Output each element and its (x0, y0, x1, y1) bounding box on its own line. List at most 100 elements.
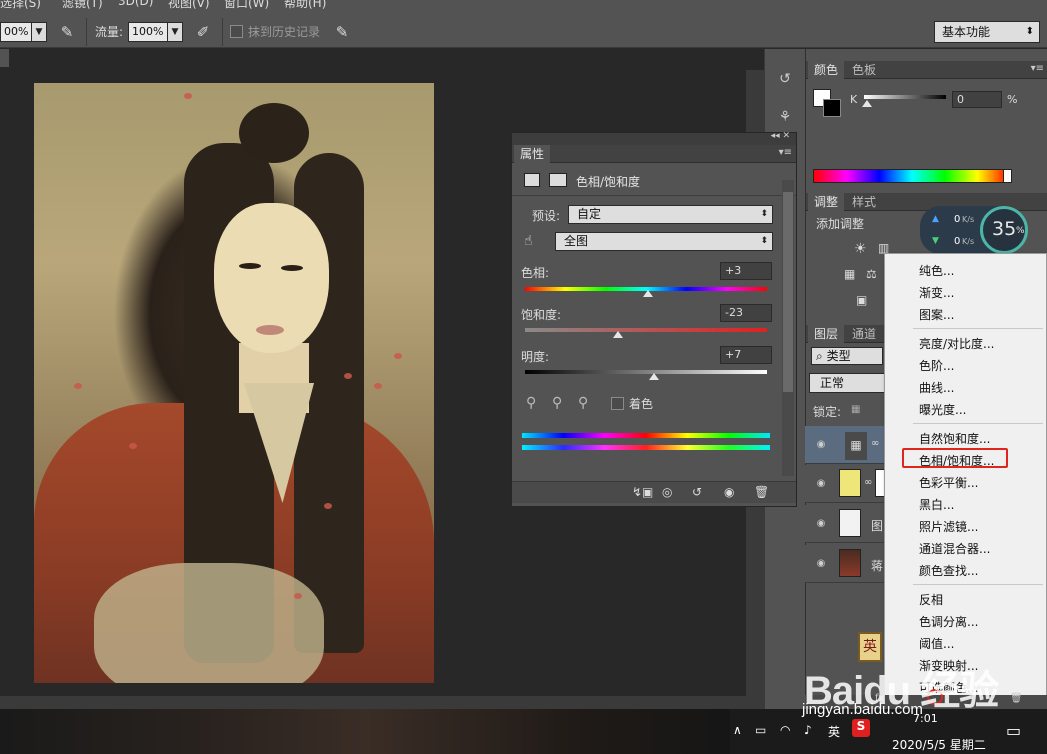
menu-select[interactable]: 选择(S) (0, 0, 41, 10)
tablet-pressure-icon[interactable]: ✎ (333, 23, 351, 41)
battery-icon[interactable]: ▭ (755, 723, 766, 737)
horizontal-scrollbar[interactable] (0, 696, 746, 709)
flow-input[interactable]: 100% (128, 22, 168, 42)
lightness-slider[interactable] (525, 370, 767, 374)
workspace-switcher[interactable]: 基本功能 ⬍ (934, 21, 1040, 43)
eye-icon[interactable]: ◉ (813, 479, 829, 489)
history-icon[interactable]: ↺ (773, 71, 797, 91)
menu-filter[interactable]: 滤镜(T) (62, 0, 103, 10)
tab-adjustments[interactable]: 调整 (808, 193, 845, 211)
document-tab[interactable] (0, 49, 9, 67)
tab-channels[interactable]: 通道 (846, 325, 882, 343)
layer-filter-select[interactable]: ⌕ 类型 (811, 347, 883, 365)
menu-item-solid-color[interactable]: 纯色... (919, 262, 954, 279)
scroll-thumb[interactable] (783, 192, 793, 392)
wifi-icon[interactable]: ◠ (780, 723, 790, 737)
tab-properties[interactable]: 属性 (514, 145, 551, 163)
menu-item-exposure[interactable]: 曝光度... (919, 401, 966, 418)
hue-sat-icon[interactable]: ▦ (844, 267, 855, 281)
properties-tabbar: 属性 ▾≡ (512, 145, 796, 163)
k-value-input[interactable]: 0 (952, 91, 1002, 108)
collapse-icon[interactable]: ◂◂ ✕ (771, 131, 790, 141)
reset-icon[interactable]: ↺ (692, 485, 702, 499)
eye-icon[interactable]: ◉ (813, 440, 829, 450)
mask-icon[interactable] (549, 173, 567, 187)
trash-icon[interactable]: 🗑 (1010, 693, 1023, 704)
eye-icon[interactable]: ◉ (813, 559, 829, 569)
properties-scrollbar[interactable] (782, 180, 794, 476)
layer-row-sketch[interactable]: ◉ 图 (805, 505, 885, 543)
layer-row-hue-sat[interactable]: ◉ ▦ ∞ (805, 426, 885, 464)
lightness-value-input[interactable]: +7 (720, 346, 772, 364)
layer-row-photo[interactable]: ◉ 蒋 (805, 545, 885, 583)
menu-item-color-balance[interactable]: 色彩平衡... (919, 474, 978, 491)
target-adjust-hand-icon[interactable]: ☝ (524, 233, 533, 249)
saturation-slider[interactable] (525, 328, 767, 332)
tab-layers[interactable]: 图层 (808, 325, 845, 343)
menu-item-invert[interactable]: 反相 (919, 591, 943, 608)
menu-item-channel-mixer[interactable]: 通道混合器... (919, 540, 990, 557)
properties-titlebar[interactable]: ◂◂ ✕ (512, 131, 796, 145)
menu-3d[interactable]: 3D(D) (118, 0, 153, 8)
action-center-icon[interactable]: ▭ (1006, 721, 1021, 740)
ime-indicator[interactable]: 英 (828, 723, 840, 740)
background-color-swatch[interactable] (823, 99, 841, 117)
menu-item-levels[interactable]: 色阶... (919, 357, 954, 374)
balance-icon[interactable]: ⚖ (866, 267, 877, 281)
colorize-checkbox[interactable] (611, 397, 624, 410)
divider (86, 18, 87, 46)
tab-styles[interactable]: 样式 (846, 193, 882, 211)
menu-item-threshold[interactable]: 阈值... (919, 635, 954, 652)
eyedropper-minus-icon[interactable]: ⚲ (578, 395, 588, 411)
menu-item-gradient[interactable]: 渐变... (919, 284, 954, 301)
tab-color[interactable]: 颜色 (808, 61, 845, 79)
flow-dropdown[interactable]: ▼ (167, 22, 183, 42)
brush-preset-icon[interactable]: ⚘ (773, 109, 797, 129)
channel-select[interactable]: 全图 ⬍ (555, 232, 773, 251)
panel-menu-icon[interactable]: ▾≡ (779, 147, 792, 158)
menu-item-brightness-contrast[interactable]: 亮度/对比度... (919, 335, 995, 352)
volume-icon[interactable]: ♪ (804, 723, 812, 737)
layer-row-fill[interactable]: ◉ ∞ (805, 465, 885, 503)
brightness-icon[interactable]: ☀ (854, 241, 867, 257)
menu-item-posterize[interactable]: 色调分离... (919, 613, 978, 630)
erase-history-checkbox[interactable] (230, 25, 243, 38)
menu-item-curves[interactable]: 曲线... (919, 379, 954, 396)
hue-slider-thumb[interactable] (643, 290, 654, 297)
saturation-slider-thumb[interactable] (613, 331, 624, 338)
k-slider[interactable] (864, 95, 946, 99)
tray-expand-icon[interactable]: ∧ (733, 723, 742, 737)
lightness-slider-thumb[interactable] (649, 373, 660, 380)
eye-icon[interactable]: ◉ (813, 519, 829, 529)
color-ramp-white[interactable] (1003, 169, 1012, 183)
menu-window[interactable]: 窗口(W) (224, 0, 269, 10)
menu-item-color-lookup[interactable]: 颜色查找... (919, 562, 978, 579)
color-ramp[interactable] (813, 169, 1011, 183)
k-slider-thumb[interactable] (862, 100, 872, 107)
airbrush-pressure-icon[interactable]: ✎ (58, 23, 76, 41)
menu-help[interactable]: 帮助(H) (284, 0, 326, 10)
menu-item-photo-filter[interactable]: 照片滤镜... (919, 518, 978, 535)
menu-item-vibrance[interactable]: 自然饱和度... (919, 430, 990, 447)
photo-filter-icon[interactable]: ▣ (856, 293, 867, 307)
blend-mode-select[interactable]: 正常 (809, 373, 885, 393)
opacity-dropdown[interactable]: ▼ (31, 22, 47, 42)
menu-item-pattern[interactable]: 图案... (919, 306, 954, 323)
eyedropper-plus-icon[interactable]: ⚲ (552, 395, 562, 411)
preset-select[interactable]: 自定 ⬍ (568, 205, 773, 224)
lock-transparency-icon[interactable]: ▦ (851, 404, 860, 415)
sogou-ime-icon[interactable]: S (852, 719, 870, 737)
clip-to-layer-icon[interactable]: ↯▣ (632, 485, 653, 499)
panel-menu-icon[interactable]: ▾≡ (1031, 63, 1044, 74)
visibility-icon[interactable]: ◉ (724, 485, 734, 499)
airbrush-icon[interactable]: ✐ (194, 23, 212, 41)
menu-item-black-white[interactable]: 黑白... (919, 496, 954, 513)
eyedropper-icon[interactable]: ⚲ (526, 395, 536, 411)
view-previous-icon[interactable]: ◎ (662, 485, 672, 499)
hue-value-input[interactable]: +3 (720, 262, 772, 280)
tab-swatches[interactable]: 色板 (846, 61, 882, 79)
trash-icon[interactable]: 🗑 (754, 485, 769, 499)
saturation-value-input[interactable]: -23 (720, 304, 772, 322)
menu-view[interactable]: 视图(V) (168, 0, 210, 10)
opacity-input[interactable]: 00% (0, 22, 32, 42)
